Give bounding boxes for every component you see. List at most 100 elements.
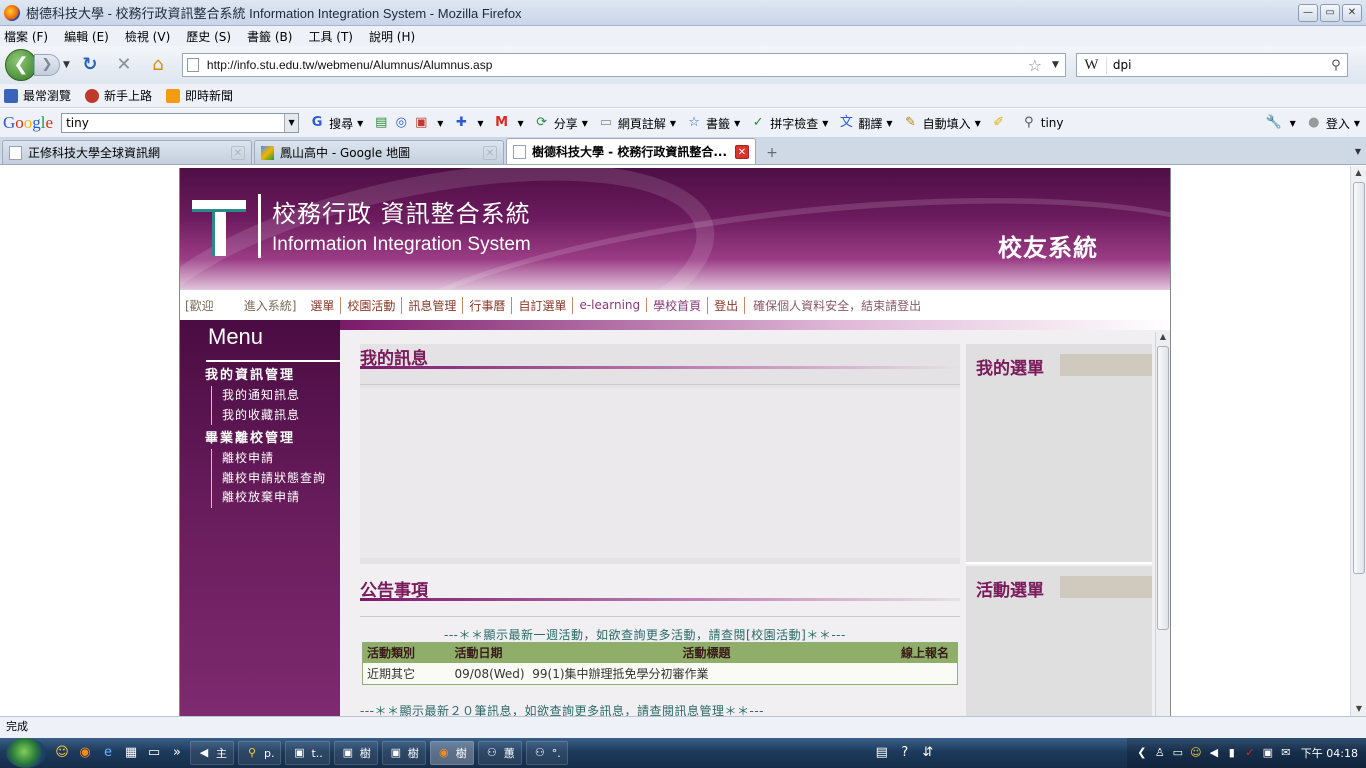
task-window-1[interactable]: ▣ t.. [285,741,330,765]
task-search-app[interactable]: ⚲ p. [238,741,282,765]
google-bookmarks-button[interactable]: ☆ 書籤 ▼ [686,115,740,132]
google-search-input[interactable]: tiny [62,116,284,130]
quicklaunch-more-icon[interactable]: » [167,743,187,763]
menu-file[interactable]: 檔案 (F) [4,28,48,45]
new-tab-button[interactable]: + [758,142,786,164]
app-tray-icon[interactable]: ▣ [1261,746,1275,760]
task-network-1[interactable]: ⚇ 蕙 [477,741,522,765]
language-bar-icon[interactable]: ⇵ [918,743,938,763]
stop-icon[interactable]: ✕ [110,53,138,77]
nav-school-home-link[interactable]: 學校首頁 [647,296,709,314]
adobe-tray-icon[interactable]: ✓ [1243,746,1257,760]
wrench-settings-button[interactable]: 🔧 ▼ [1266,115,1296,131]
minimize-button[interactable]: — [1298,3,1318,22]
show-desktop-icon[interactable]: ▭ [144,743,164,763]
messenger-icon[interactable]: ☺ [52,743,72,763]
search-go-icon[interactable]: ⚲ [1325,58,1347,73]
sidebar-item-leave-application[interactable]: 離校申請 [222,449,326,469]
find-term-button[interactable]: ⚲ tiny [1021,115,1064,131]
menu-edit[interactable]: 編輯 (E) [64,28,109,45]
url-text[interactable]: http://info.stu.edu.tw/webmenu/Alumnus/A… [207,58,1028,72]
menu-view[interactable]: 檢視 (V) [125,28,170,45]
gmail-button[interactable]: M ▼ [494,115,524,131]
messenger-tray-icon[interactable]: ☺ [1189,746,1203,760]
back-button[interactable]: ❮ [5,49,37,81]
page-scrollbar[interactable]: ▲ ▼ [1350,166,1366,716]
tray-expand-icon[interactable]: ❮ [1135,746,1149,760]
internet-explorer-icon[interactable]: e [98,743,118,763]
url-dropdown-icon[interactable]: ▼ [1052,60,1059,70]
nav-message-management-link[interactable]: 訊息管理 [402,296,464,314]
task-firefox[interactable]: ◉ 樹 [429,741,474,765]
explorer-icon[interactable]: ▦ [121,743,141,763]
autofill-button[interactable]: ✎ 自動填入 ▼ [903,115,981,132]
forward-button[interactable]: ❯ [34,54,60,76]
google-search-button[interactable]: G 搜尋 ▼ [309,115,364,132]
tab-list-icon[interactable]: ▼ [1350,147,1366,156]
pagerank-button[interactable]: ▤ ◎ ▣ ▼ [373,115,443,131]
wikipedia-icon[interactable]: W [1077,56,1107,74]
network-tray-icon[interactable]: ▭ [1171,746,1185,760]
inner-scroll-thumb[interactable] [1157,346,1169,630]
sidewiki-comment-button[interactable]: ▭ 網頁註解 ▼ [598,115,676,132]
search-bar[interactable]: W dpi ⚲ [1075,53,1348,77]
task-window-2[interactable]: ▣ 樹 [333,741,378,765]
scroll-down-icon[interactable]: ▼ [1351,702,1366,716]
bookmark-latest-news[interactable]: 即時新聞 [166,87,233,104]
nav-custom-menu-link[interactable]: 自訂選單 [512,296,574,314]
translate-button[interactable]: 文翻譯 ▼ [838,115,893,132]
task-network-2[interactable]: ⚇ °. [525,741,568,765]
login-button[interactable]: ● 登入 ▼ [1306,115,1360,132]
tab-close-icon[interactable]: ✕ [483,145,497,160]
maximize-button[interactable]: ▭ [1320,3,1340,22]
task-window-3[interactable]: ▣ 樹 [381,741,426,765]
cell-title[interactable]: 99(1)集中辦理抵免學分初審作業 [532,667,708,681]
firefox-icon[interactable]: ◉ [75,743,95,763]
tab-close-icon[interactable]: ✕ [231,145,245,160]
sidebar-item-my-notifications[interactable]: 我的通知訊息 [222,386,300,406]
url-bar[interactable]: http://info.stu.edu.tw/webmenu/Alumnus/A… [181,53,1066,77]
menu-bookmarks[interactable]: 書籤 (B) [247,28,292,45]
reload-icon[interactable]: ↻ [76,53,104,77]
tab-stu-system[interactable]: 樹德科技大學 - 校務行政資訊整合... ✕ [506,138,756,164]
nav-logout-link[interactable]: 登出 [708,296,746,314]
menu-history[interactable]: 歷史 (S) [186,28,231,45]
clock[interactable]: 下午 04:18 [1301,745,1358,761]
share-button[interactable]: ⟳ 分享 ▼ [534,115,588,132]
volume-icon[interactable]: ◀ [1207,746,1221,760]
page-scroll-thumb[interactable] [1353,182,1365,574]
scroll-up-icon[interactable]: ▲ [1351,166,1366,180]
google-logo[interactable]: Google [3,113,53,133]
google-search-dropdown-icon[interactable]: ▼ [284,114,299,132]
scroll-up-icon[interactable]: ▲ [1156,332,1170,344]
sidebar-item-my-favorites[interactable]: 我的收藏訊息 [222,406,300,426]
mail-tray-icon[interactable]: ✉ [1279,746,1293,760]
tab-google-maps[interactable]: 鳳山高中 - Google 地圖 ✕ [254,140,504,164]
sidebar-item-leave-cancel[interactable]: 離校放棄申請 [222,488,326,508]
bookmark-most-visited[interactable]: 最常瀏覽 [4,87,71,104]
close-window-button[interactable]: ✕ [1342,3,1362,22]
nav-menu-link[interactable]: 選單 [304,296,342,314]
task-speaker[interactable]: ◀ 主 [190,741,234,765]
highlight-button[interactable]: ✐ [991,115,1011,131]
user-tray-icon[interactable]: ♙ [1153,746,1167,760]
tab-close-icon[interactable]: ✕ [735,144,749,159]
inner-scrollbar[interactable]: ▲ [1155,332,1170,716]
tab-csu[interactable]: 正修科技大學全球資訊網 ✕ [2,140,252,164]
help-icon[interactable]: ? [895,743,915,763]
menu-help[interactable]: 說明 (H) [369,28,415,45]
nav-calendar-link[interactable]: 行事曆 [463,296,513,314]
table-row[interactable]: 近期其它 09/08(Wed) 99(1)集中辦理抵免學分初審作業 [363,663,958,685]
history-dropdown-icon[interactable]: ▼ [63,60,70,70]
keyboard-icon[interactable]: ▤ [872,743,892,763]
nav-campus-activities-link[interactable]: 校園活動 [341,296,403,314]
bookmark-getting-started[interactable]: 新手上路 [85,87,152,104]
start-button[interactable] [6,738,46,768]
search-input[interactable]: dpi [1107,58,1325,72]
menu-tools[interactable]: 工具 (T) [308,28,353,45]
battery-icon[interactable]: ▮ [1225,746,1239,760]
bookmark-star-icon[interactable]: ☆ [1028,56,1042,75]
sidewiki-button[interactable]: ✚ ▼ [453,115,484,131]
spellcheck-button[interactable]: ✓ 拼字檢查 ▼ [750,115,829,132]
sidebar-item-leave-status-query[interactable]: 離校申請狀態查詢 [222,469,326,489]
